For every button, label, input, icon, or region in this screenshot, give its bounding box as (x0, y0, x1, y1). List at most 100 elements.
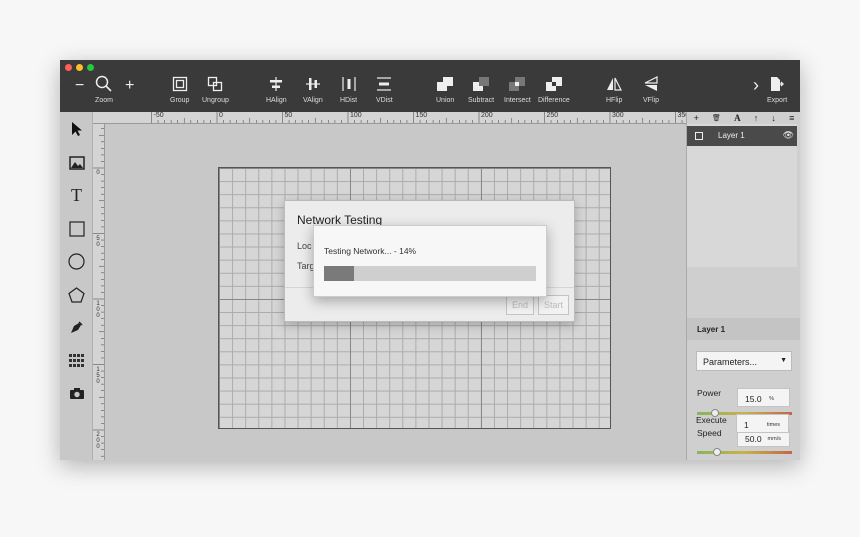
speed-unit: mm/s (767, 436, 781, 442)
pentagon-icon (68, 286, 85, 303)
execute-input[interactable]: 1 times (736, 414, 789, 433)
ruler-label: 200 (96, 432, 100, 450)
maximize-window-button[interactable] (87, 64, 94, 71)
layer-row[interactable]: Layer 1 👁 (687, 126, 797, 146)
union-label: Union (436, 97, 455, 104)
image-tool[interactable] (66, 152, 87, 173)
ruler-ticks (151, 112, 683, 123)
export-label: Export (767, 97, 788, 104)
horizontal-ruler: -50 0 50 100 150 200 250 300 350 (93, 112, 686, 124)
valign-label: VAlign (303, 97, 323, 104)
halign-label: HAlign (266, 97, 287, 104)
ruler-label: 100 (350, 112, 362, 119)
union-button[interactable]: Union (436, 74, 454, 104)
end-button[interactable]: End (506, 295, 535, 315)
ungroup-label: Ungroup (202, 97, 229, 104)
window-controls (65, 64, 94, 71)
subtract-button[interactable]: Subtract (468, 74, 494, 104)
difference-icon (545, 74, 563, 94)
ruler-label: 150 (96, 366, 100, 385)
intersect-icon (508, 74, 526, 94)
parameters-select-value: Parameters... (703, 357, 758, 367)
hflip-button[interactable]: HFlip (606, 74, 622, 104)
parameters-select[interactable]: Parameters... ▼ (696, 351, 792, 371)
execute-unit: times (766, 422, 780, 428)
move-layer-down-icon[interactable]: ↓ (771, 113, 776, 123)
grid-array-tool[interactable] (66, 350, 87, 371)
more-chevron-icon[interactable]: › (753, 76, 759, 94)
select-tool[interactable] (66, 118, 87, 139)
ruler-label: 50 (96, 235, 100, 248)
layer-name: Layer 1 (718, 131, 745, 140)
progress-bar (324, 266, 536, 281)
difference-button[interactable]: Difference (538, 74, 570, 104)
speed-slider[interactable] (697, 448, 792, 456)
camera-icon (69, 388, 84, 399)
hdist-label: HDist (340, 97, 358, 104)
valign-button[interactable]: VAlign (303, 74, 323, 104)
add-layer-icon[interactable]: + (694, 113, 699, 123)
vertical-ruler: 0 50 100 150 200 (93, 124, 105, 460)
text-tool[interactable]: T (66, 185, 87, 206)
rectangle-icon (68, 220, 85, 237)
group-button[interactable]: Group (170, 74, 189, 104)
valign-icon (305, 74, 321, 94)
subtract-icon (472, 74, 490, 94)
execute-label: Execute (696, 415, 727, 425)
progress-message: Testing Network... - 14% (324, 246, 417, 256)
layer-list: Layer 1 👁 (687, 124, 797, 267)
layer-properties-title: Layer 1 (697, 325, 726, 334)
halign-button[interactable]: HAlign (266, 74, 287, 104)
halign-icon (268, 74, 284, 94)
polygon-tool[interactable] (66, 284, 87, 305)
rename-layer-icon[interactable]: A (734, 113, 741, 123)
power-input[interactable]: 15.0 % (737, 388, 790, 407)
vdist-icon (376, 74, 392, 94)
intersect-button[interactable]: Intersect (504, 74, 531, 104)
vdist-button[interactable]: VDist (376, 74, 393, 104)
zoom-in-button[interactable]: + (125, 78, 134, 94)
subtract-label: Subtract (468, 97, 495, 104)
layer-menu-icon[interactable]: ≡ (789, 113, 794, 123)
export-button[interactable]: Export (767, 74, 787, 104)
hdist-button[interactable]: HDist (340, 74, 357, 104)
search-icon (95, 74, 113, 94)
ruler-label: 250 (546, 112, 559, 119)
hdist-icon (341, 74, 357, 94)
camera-tool[interactable] (66, 383, 87, 404)
zoom-label: Zoom (95, 97, 113, 104)
progress-dialog: Testing Network... - 14% (313, 225, 547, 297)
eye-icon[interactable]: 👁 (783, 130, 794, 141)
union-icon (436, 74, 454, 94)
app-window: − Zoom + Group Ungroup HAlign VAlign HDi… (60, 60, 800, 460)
speed-label: Speed (697, 428, 722, 438)
layer-properties-header: Layer 1 (687, 318, 800, 340)
delete-layer-icon[interactable]: 🗑 (712, 114, 721, 122)
start-button[interactable]: Start (538, 295, 570, 315)
vdist-label: VDist (376, 97, 393, 104)
minimize-window-button[interactable] (76, 64, 83, 71)
difference-label: Difference (538, 97, 570, 104)
ellipse-tool[interactable] (66, 251, 87, 272)
ungroup-icon (207, 74, 223, 94)
zoom-button[interactable]: Zoom (95, 74, 113, 104)
text-icon: T (71, 185, 82, 205)
move-layer-up-icon[interactable]: ↑ (754, 113, 759, 123)
vflip-icon (643, 74, 659, 94)
speed-value: 50.0 (745, 434, 762, 444)
layer-checkbox[interactable] (695, 132, 703, 140)
rectangle-tool[interactable] (66, 218, 87, 239)
grid-dots-icon (69, 354, 84, 367)
close-window-button[interactable] (65, 64, 72, 71)
pen-tool[interactable] (66, 317, 87, 338)
progress-bar-fill (324, 266, 354, 281)
ruler-label: 200 (481, 112, 493, 119)
power-value: 15.0 (745, 394, 762, 404)
zoom-out-button[interactable]: − (75, 78, 84, 94)
intersect-label: Intersect (504, 97, 531, 104)
export-icon (770, 74, 785, 94)
vflip-label: VFlip (643, 97, 659, 104)
vflip-button[interactable]: VFlip (643, 74, 659, 104)
ungroup-button[interactable]: Ungroup (202, 74, 229, 104)
speed-slider-knob[interactable] (713, 448, 722, 456)
